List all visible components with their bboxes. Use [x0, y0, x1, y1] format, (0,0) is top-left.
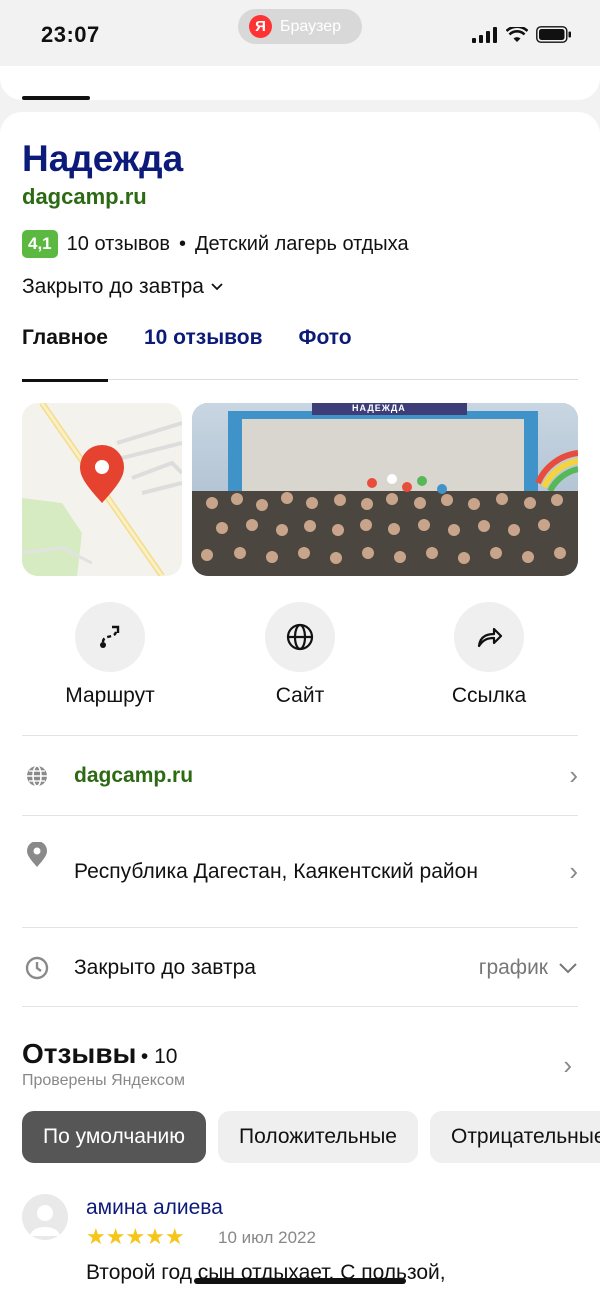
home-indicator[interactable] — [194, 1278, 406, 1284]
route-button-circle — [75, 602, 145, 672]
map-thumbnail[interactable] — [22, 403, 182, 576]
tab-reviews[interactable]: 10 отзывов — [144, 326, 263, 380]
clock-icon — [22, 953, 52, 983]
review-date: 10 июл 2022 — [218, 1228, 316, 1247]
location-pin-icon — [22, 840, 52, 870]
filter-positive[interactable]: Положительные — [218, 1111, 418, 1163]
chevron-down-icon — [211, 283, 223, 291]
rating-badge: 4,1 — [22, 230, 58, 258]
route-label: Маршрут — [65, 684, 155, 707]
divider — [22, 1006, 578, 1007]
filter-default[interactable]: По умолчанию — [22, 1111, 207, 1163]
avatar — [22, 1194, 68, 1240]
map-image — [22, 403, 182, 576]
share-label: Ссылка — [451, 684, 527, 707]
system-icons — [472, 26, 572, 43]
reviews-title: Отзывы — [22, 1038, 137, 1069]
place-category: Детский лагерь отдыха — [195, 232, 409, 255]
chevron-right-icon: › — [569, 760, 578, 790]
route-icon — [100, 625, 120, 648]
separator-dot: • — [178, 232, 186, 255]
status-bar: 23:07 Я Браузер — [0, 0, 600, 70]
camp-photo-image — [192, 403, 578, 576]
website-row[interactable]: dagcamp.ru › — [22, 735, 578, 815]
yandex-logo-icon: Я — [249, 15, 272, 38]
hours-toggle[interactable]: Закрыто до завтра — [22, 275, 224, 299]
website-link[interactable]: dagcamp.ru — [74, 760, 558, 791]
site-label: Сайт — [275, 684, 325, 707]
action-bar: Маршрут Сайт Ссылка — [0, 602, 600, 722]
hours-row[interactable]: Закрыто до завтра график — [22, 927, 578, 1007]
review-author[interactable]: амина алиева — [86, 1196, 223, 1220]
globe-icon — [22, 761, 52, 791]
share-button[interactable]: Ссылка — [409, 602, 569, 708]
previous-card — [0, 66, 600, 100]
previous-tab-indicator — [22, 96, 90, 100]
schedule-link[interactable]: график — [479, 956, 548, 980]
reviews-count: • 10 — [140, 1045, 178, 1068]
globe-icon — [286, 623, 314, 651]
browser-pill[interactable]: Я Браузер — [238, 9, 362, 44]
chevron-right-icon: › — [569, 856, 578, 886]
place-title: Надежда — [22, 138, 184, 179]
battery-icon — [536, 26, 571, 43]
review-filters: По умолчанию Положительные Отрицательные — [22, 1111, 600, 1163]
share-icon — [477, 627, 503, 648]
reviews-verified-note: Проверены Яндексом — [22, 1072, 185, 1089]
place-tabs: Главное 10 отзывов Фото — [22, 326, 578, 382]
chevron-right-icon[interactable]: › — [563, 1050, 572, 1081]
route-button[interactable]: Маршрут — [30, 602, 190, 708]
tab-main[interactable]: Главное — [22, 326, 108, 382]
review-stars: ★★★★★ — [86, 1224, 185, 1249]
site-button[interactable]: Сайт — [220, 602, 380, 708]
clock: 23:07 — [41, 22, 100, 47]
photo-banner-text: НАДЕЖДА — [352, 403, 406, 413]
hours-status: Закрыто до завтра — [22, 275, 204, 298]
site-button-circle — [265, 602, 335, 672]
rating-row: 4,1 10 отзывов • Детский лагерь отдыха — [22, 230, 409, 258]
filter-negative[interactable]: Отрицательные — [429, 1111, 600, 1163]
address-row[interactable]: Республика Дагестан, Каякентский район › — [22, 815, 578, 927]
reviews-count-link[interactable]: 10 отзывов — [67, 233, 170, 256]
browser-label: Браузер — [280, 17, 342, 35]
address-text: Республика Дагестан, Каякентский район — [74, 860, 478, 883]
chevron-down-icon — [559, 962, 577, 973]
place-photo[interactable]: НАДЕЖДА — [192, 403, 578, 576]
place-site-link[interactable]: dagcamp.ru — [22, 184, 147, 210]
reviews-header[interactable]: Отзывы • 10 — [22, 1038, 177, 1070]
wifi-icon — [506, 26, 528, 42]
share-button-circle — [454, 602, 524, 672]
signal-icon — [472, 26, 497, 43]
hours-text: Закрыто до завтра — [74, 956, 256, 979]
user-icon — [30, 1205, 60, 1236]
tab-photos[interactable]: Фото — [299, 326, 352, 380]
